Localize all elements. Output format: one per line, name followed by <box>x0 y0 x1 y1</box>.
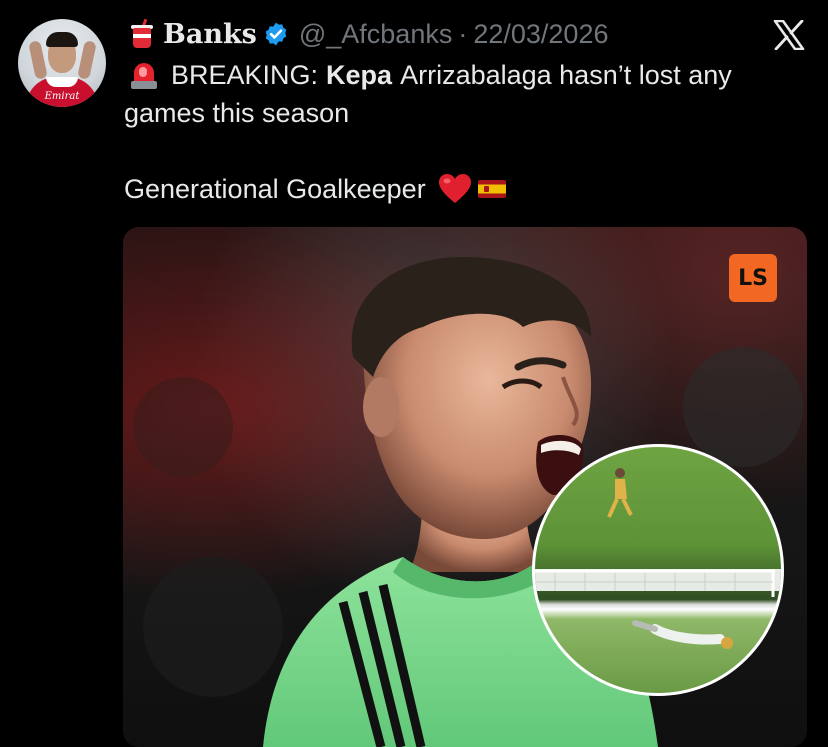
avatar-arm-left <box>28 40 48 80</box>
tweet-text-line-3: Generational Goalkeeper <box>124 170 506 208</box>
tweet-date[interactable]: 22/03/2026 <box>473 19 608 50</box>
tweet-text-line-1: BREAKING: Kepa Arrizabalaga hasn’t lost … <box>124 56 732 94</box>
tweet-media-image[interactable]: LS <box>123 227 807 747</box>
tweet-header: Banks @_Afcbanks · 22/03/2026 <box>131 14 608 54</box>
display-name[interactable]: Banks <box>163 19 257 50</box>
cup-with-straw-icon <box>131 18 153 49</box>
tweet-text-rest: Arrizabalaga hasn’t lost any <box>400 60 732 90</box>
avatar-hair <box>46 32 78 47</box>
player-name-bold: Kepa <box>326 60 393 90</box>
tweet-text-line-2: games this season <box>124 98 350 128</box>
verified-icon <box>265 22 287 46</box>
police-light-icon <box>129 59 159 91</box>
red-heart-icon <box>438 174 471 203</box>
user-handle[interactable]: @_Afcbanks <box>299 19 452 50</box>
penalty-save-inset <box>532 444 784 696</box>
penalty-save-photo <box>535 468 781 649</box>
spain-flag-icon <box>477 180 506 198</box>
avatar-shirt-text: Emirat <box>44 91 80 102</box>
ls-logo-badge: LS <box>729 254 777 302</box>
breaking-label: BREAKING: <box>171 60 319 90</box>
x-logo-icon[interactable] <box>773 20 805 50</box>
tweet-text-tagline: Generational Goalkeeper <box>124 174 426 204</box>
avatar-arm-right <box>77 40 97 80</box>
avatar[interactable]: Emirat <box>18 19 106 107</box>
separator-dot: · <box>458 18 468 49</box>
tweet[interactable]: Emirat Banks @_Afcbanks · 22/03/2026 BRE… <box>0 0 828 747</box>
